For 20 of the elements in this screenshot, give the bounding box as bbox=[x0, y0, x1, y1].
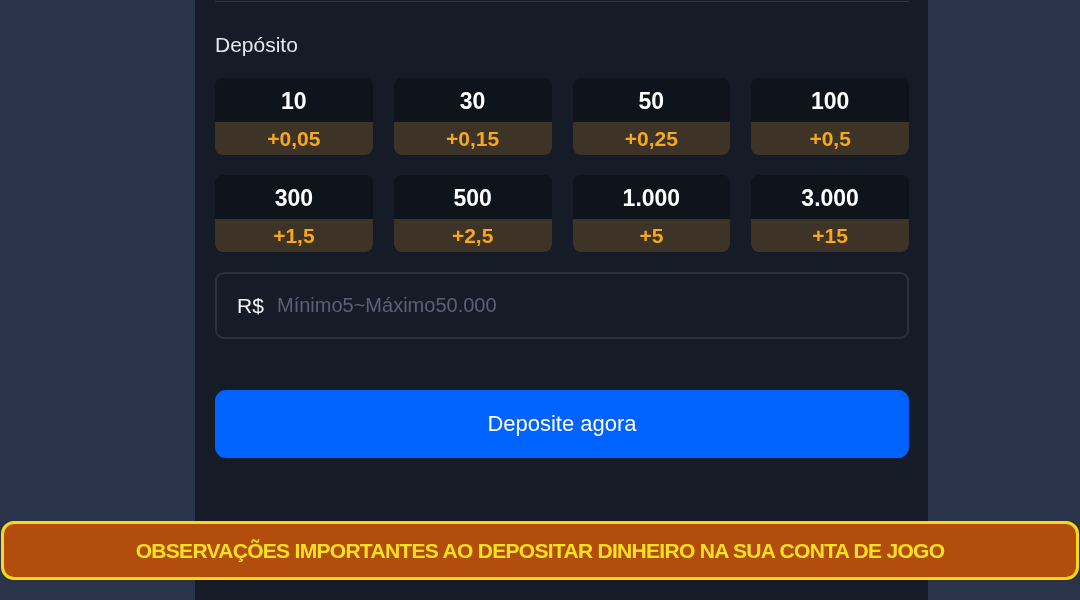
amount-option[interactable]: 50 +0,25 bbox=[572, 78, 731, 155]
bonus-tag: +0,25 bbox=[572, 122, 731, 155]
amount-option[interactable]: 3.000 +15 bbox=[751, 175, 909, 252]
bonus-tag: +0,05 bbox=[215, 122, 373, 155]
amount-option[interactable]: 100 +0,5 bbox=[751, 78, 909, 155]
bonus-tag: +0,15 bbox=[393, 122, 552, 155]
deposit-button[interactable]: Deposite agora bbox=[215, 390, 909, 458]
section-label: Depósito bbox=[215, 33, 299, 57]
bonus-tag: +15 bbox=[751, 219, 909, 252]
bonus-tag: +5 bbox=[572, 219, 731, 252]
banner-title: OBSERVAÇÕES IMPORTANTES AO DEPOSITAR DINHEIRO NA SUA CONTA DE JOGO bbox=[135, 538, 945, 563]
amount-option[interactable]: 300 +1,5 bbox=[215, 175, 373, 252]
currency-label: R$ bbox=[237, 294, 264, 318]
amount-option[interactable]: 500 +2,5 bbox=[393, 175, 552, 252]
amount-option[interactable]: 1.000 +5 bbox=[572, 175, 731, 252]
bonus-tag: +1,5 bbox=[215, 219, 373, 252]
bonus-tag: +2,5 bbox=[393, 219, 552, 252]
amount-option[interactable]: 30 +0,15 bbox=[393, 78, 552, 155]
bonus-tag: +0,5 bbox=[751, 122, 909, 155]
amount-option[interactable]: 10 +0,05 bbox=[215, 78, 373, 155]
